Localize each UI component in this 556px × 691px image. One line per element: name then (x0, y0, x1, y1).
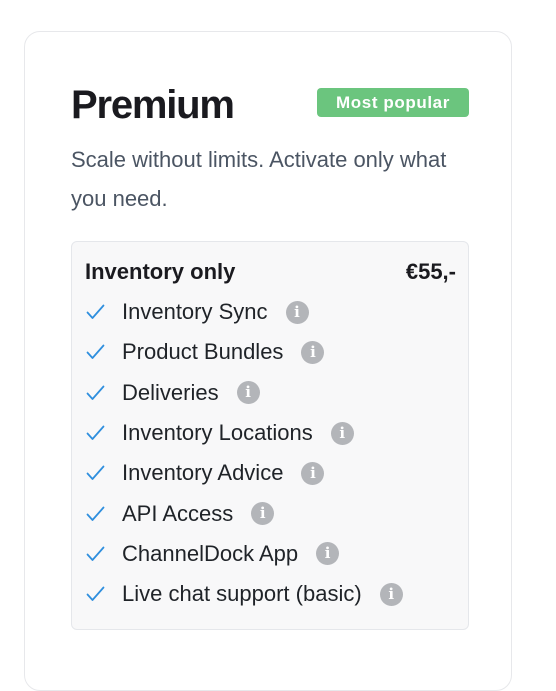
checkmark-icon (86, 465, 105, 481)
plan-option-header: Inventory only €55,- (85, 258, 456, 286)
pricing-card: Premium Most popular Scale without limit… (24, 31, 512, 691)
feature-item: Deliveries i (86, 373, 403, 413)
info-icon[interactable]: i (316, 542, 340, 566)
checkmark-icon (86, 546, 105, 561)
feature-label: API Access (122, 500, 234, 526)
info-icon[interactable]: i (236, 381, 260, 405)
info-icon[interactable]: i (330, 421, 354, 445)
checkmark-icon (86, 304, 105, 320)
plan-title: Premium (71, 83, 235, 127)
feature-label: Product Bundles (122, 339, 284, 365)
info-icon[interactable]: i (285, 300, 309, 324)
feature-item: Inventory Sync i (86, 292, 403, 332)
feature-list: Inventory Sync i Product Bundles i Deliverie… (86, 292, 403, 614)
most-popular-badge: Most popular (317, 88, 469, 117)
feature-label: Inventory Locations (122, 420, 313, 446)
info-icon[interactable]: i (301, 340, 325, 364)
feature-label: Inventory Advice (122, 460, 284, 486)
checkmark-icon (86, 385, 105, 400)
feature-item: Inventory Locations i (86, 413, 403, 453)
feature-item: Product Bundles i (86, 332, 403, 372)
feature-label: ChannelDock App (122, 540, 299, 566)
plan-option-price: €55,- (405, 259, 456, 284)
feature-item: ChannelDock App i (86, 534, 403, 574)
feature-label: Deliveries (122, 379, 219, 405)
feature-label: Inventory Sync (122, 299, 268, 325)
checkmark-icon (86, 586, 105, 602)
plan-option-box: Inventory only €55,- Inventory Sync i Prod… (71, 241, 469, 630)
info-icon[interactable]: i (251, 502, 275, 526)
feature-item: Live chat support (basic) i (86, 574, 403, 614)
checkmark-icon (86, 345, 105, 360)
plan-option-name: Inventory only (85, 259, 236, 284)
feature-item: API Access i (86, 493, 403, 533)
feature-item: Inventory Advice i (86, 453, 403, 493)
feature-label: Live chat support (basic) (122, 581, 362, 607)
plan-description: Scale without limits. Activate only what… (71, 147, 447, 211)
info-icon[interactable]: i (379, 582, 403, 606)
info-icon[interactable]: i (301, 461, 325, 485)
checkmark-icon (86, 425, 105, 440)
checkmark-icon (86, 506, 105, 521)
